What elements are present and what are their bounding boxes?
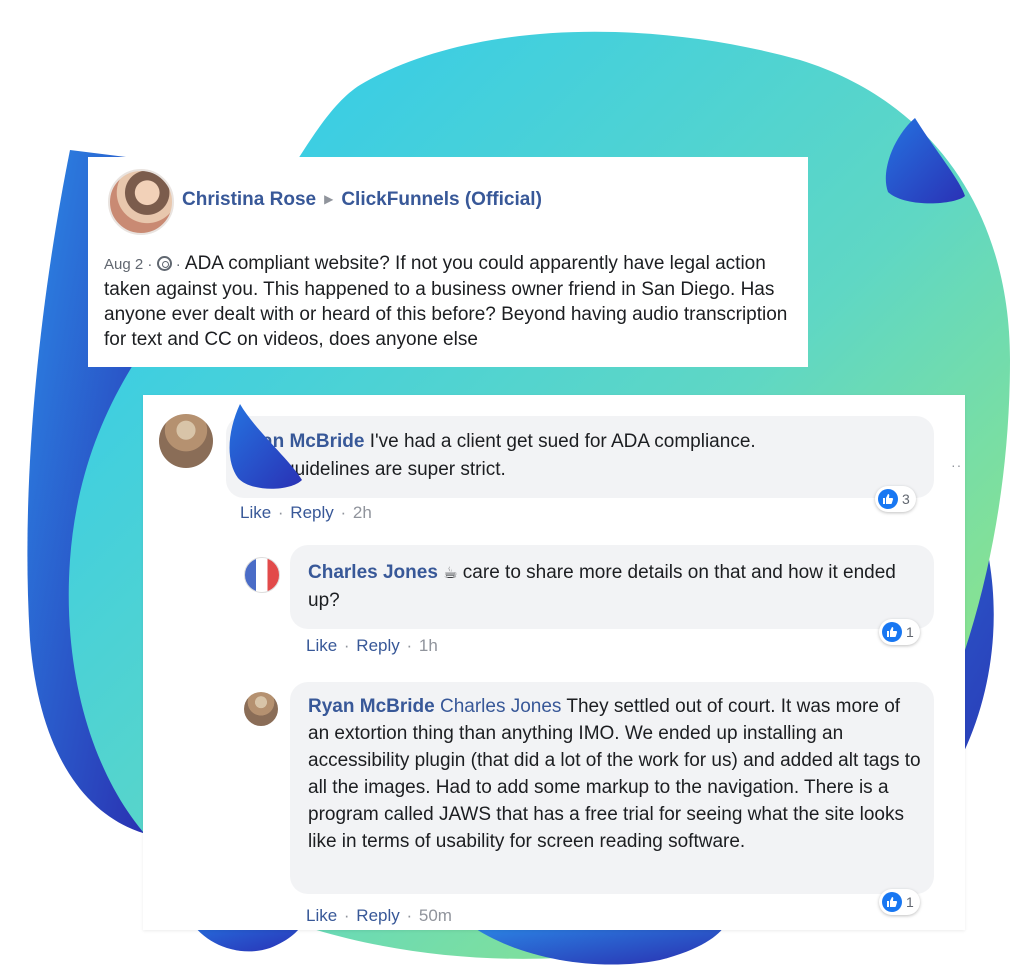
coffee-icon: ☕ [443, 565, 458, 582]
reply-bubble-2: Ryan McBride Charles Jones They settled … [290, 682, 934, 894]
reply-time[interactable]: 1h [419, 636, 438, 655]
like-link[interactable]: Like [306, 906, 337, 925]
reply-link[interactable]: Reply [356, 636, 399, 655]
comment-time[interactable]: 2h [353, 503, 372, 522]
reaction-count-3[interactable]: 1 [879, 889, 920, 915]
reply-time[interactable]: 50m [419, 906, 452, 925]
reply-author[interactable]: Charles Jones [308, 562, 438, 583]
comment-actions-1: Like · Reply · 2h [240, 503, 372, 522]
post-date[interactable]: Aug 2 [104, 256, 143, 273]
reply-actions-2: Like · Reply · 50m [306, 906, 452, 925]
reaction-count-1[interactable]: 3 [875, 486, 916, 512]
like-link[interactable]: Like [240, 503, 271, 522]
reply-author[interactable]: Ryan McBride [308, 696, 435, 717]
comment-text-cont: guidelines are super strict. [284, 459, 506, 480]
thumbs-up-icon [882, 622, 902, 642]
reply-link[interactable]: Reply [290, 503, 333, 522]
arrow-right-icon: ▶ [324, 192, 334, 206]
mention-link[interactable]: Charles Jones [440, 696, 561, 717]
post-header: Christina Rose ▶ ClickFunnels (Official) [182, 189, 542, 211]
group-link[interactable]: ClickFunnels (Official) [341, 189, 542, 210]
reaction-number: 1 [906, 894, 914, 910]
thumbs-up-icon [882, 892, 902, 912]
reply-avatar-ryan[interactable] [244, 692, 278, 726]
meta-separator-2: · [171, 256, 185, 273]
comment-avatar-ryan[interactable] [159, 414, 213, 468]
reaction-number: 1 [906, 624, 914, 640]
reply-bubble-1: Charles Jones ☕ care to share more detai… [290, 545, 934, 629]
thumbs-up-icon [878, 489, 898, 509]
reaction-number: 3 [902, 491, 910, 507]
meta-separator: · [143, 256, 157, 273]
reply-text: They settled out of court. It was more o… [308, 696, 921, 852]
globe-icon [156, 256, 172, 271]
reply-avatar-charles[interactable] [244, 557, 280, 593]
like-link[interactable]: Like [306, 636, 337, 655]
reply-actions-1: Like · Reply · 1h [306, 636, 438, 655]
author-avatar[interactable] [108, 169, 174, 235]
more-options-icon[interactable]: ·· [951, 457, 962, 473]
reaction-count-2[interactable]: 1 [879, 619, 920, 645]
comment-bubble-1: an McBride I've had a client get sued fo… [226, 416, 934, 498]
reply-link[interactable]: Reply [356, 906, 399, 925]
post-body: Aug 2 · · ADA compliant website? If not … [104, 251, 794, 352]
post-card: Christina Rose ▶ ClickFunnels (Official) A… [88, 157, 808, 367]
post-text: ADA compliant website? If not you could … [104, 253, 788, 350]
comment-text: I've had a client get sued for ADA compl… [364, 431, 756, 452]
drop-blob-overlay [229, 404, 302, 489]
post-author-link[interactable]: Christina Rose [182, 189, 316, 210]
